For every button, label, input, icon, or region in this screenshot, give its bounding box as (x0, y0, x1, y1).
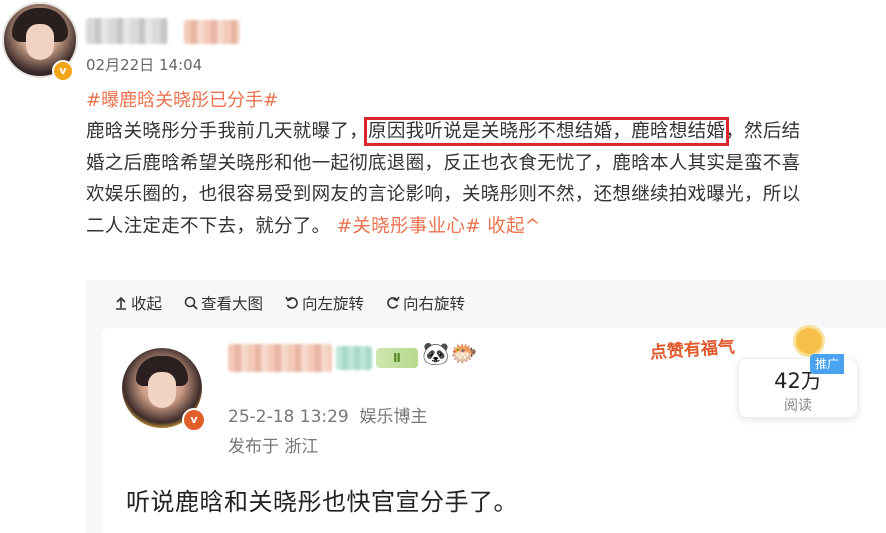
rotate-right-icon (387, 296, 400, 309)
inner-post-meta: 25-2-18 13:29 娱乐博主 发布于 浙江 (228, 402, 428, 462)
inner-post-text: 听说鹿晗和关晓彤也快官宣分手了。 (126, 488, 518, 516)
rotate-left-label: 向左旋转 (302, 295, 365, 313)
pufferfish-icon: 🐡 (450, 342, 478, 367)
body-line: 婚之后鹿晗希望关晓彤和他一起彻底退圈，反正也衣食无忧了，鹿晗本人其实是蛮不喜 (86, 152, 801, 174)
level-badge: Ⅱ (376, 348, 418, 368)
rotate-left-icon (285, 296, 298, 309)
topic-hashtag[interactable]: #曝鹿晗关晓彤已分手# (86, 86, 278, 112)
arrow-up-icon (116, 296, 126, 310)
body-text-segment: ，然后结 (725, 121, 801, 142)
view-large-button[interactable]: 查看大图 (184, 292, 263, 314)
image-card: 收起 查看大图 向左旋转 向右旋转 v Ⅱ 🐼 🐡 点赞有福气 42万 阅读 推… (86, 280, 886, 533)
collapse-label: 收起 (131, 295, 163, 313)
sun-icon (796, 328, 822, 354)
collapse-button[interactable]: 收起 (114, 292, 162, 314)
blurred-username (228, 344, 332, 372)
magnifier-icon (184, 296, 198, 310)
view-large-label: 查看大图 (201, 295, 264, 313)
body-text-segment: 鹿晗关晓彤分手我前几天就曝了， (86, 121, 369, 142)
image-toolbar: 收起 查看大图 向左旋转 向右旋转 (114, 292, 465, 314)
avatar-face (148, 372, 176, 408)
post-timestamp[interactable]: 02月22日 14:04 (86, 54, 202, 75)
post-body: 鹿晗关晓彤分手我前几天就曝了，原因我听说是关晓彤不想结婚，鹿晗想结婚，然后结 婚… (86, 116, 886, 242)
verified-badge-icon: v (182, 408, 206, 432)
body-text-segment: 二人注定走不下去，就分了。 (86, 215, 331, 237)
rotate-right-label: 向右旋转 (403, 295, 466, 313)
highlighted-text: 原因我听说是关晓彤不想结婚，鹿晗想结婚 (364, 117, 730, 146)
inner-post-date: 25-2-18 13:29 娱乐博主 (228, 407, 428, 427)
rotate-left-button[interactable]: 向左旋转 (285, 292, 364, 314)
inner-post-location: 发布于 浙江 (228, 437, 319, 457)
rotate-right-button[interactable]: 向右旋转 (386, 292, 465, 314)
avatar-face (26, 24, 54, 60)
body-line: 欢娱乐圈的，也很容易受到网友的言论影响，关晓彤则不然，还想继续拍戏曝光，所以 (86, 184, 801, 205)
hashtag-link[interactable]: #关晓彤事业心# (337, 216, 481, 237)
blurred-badge (336, 346, 372, 370)
body-line: 二人注定走不下去，就分了。 #关晓彤事业心# 收起^ (86, 211, 886, 243)
blurred-username[interactable] (86, 18, 168, 44)
promo-badge: 推广 (810, 354, 844, 374)
body-line: 鹿晗关晓彤分手我前几天就曝了，原因我听说是关晓彤不想结婚，鹿晗想结婚，然后结 (86, 116, 886, 148)
blurred-badge (184, 20, 240, 44)
read-label: 阅读 (784, 398, 812, 414)
verified-badge-icon: v (52, 60, 74, 82)
panda-icon: 🐼 (422, 342, 450, 367)
collapse-link[interactable]: 收起^ (487, 216, 540, 237)
screenshot-image[interactable]: v Ⅱ 🐼 🐡 点赞有福气 42万 阅读 推广 25-2-18 13:29 娱乐… (102, 328, 886, 533)
